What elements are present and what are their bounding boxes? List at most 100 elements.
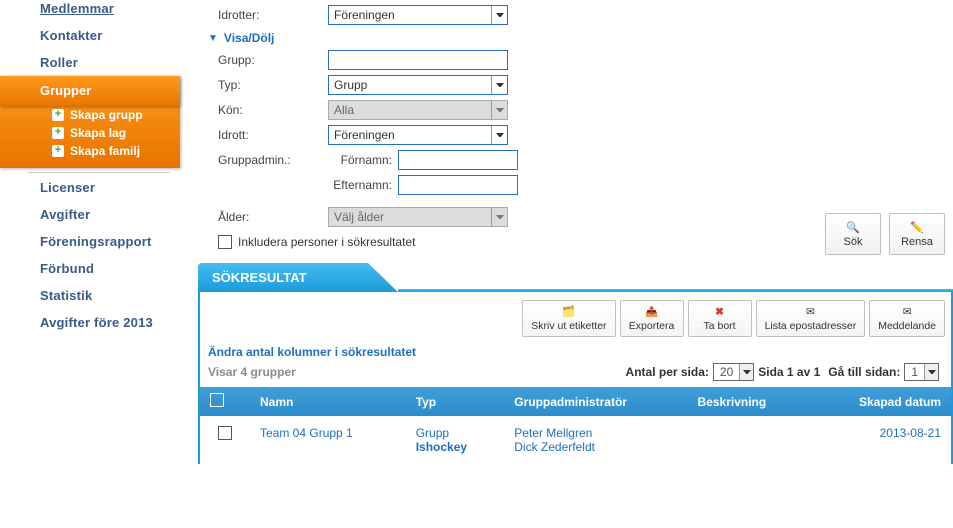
results-body: 🗂️ Skriv ut etiketter 📤 Exportera ✖ Ta b…	[198, 292, 953, 464]
per-page-select[interactable]: 20	[713, 363, 754, 381]
per-page-label: Antal per sida:	[626, 365, 709, 379]
nav-skapa-familj[interactable]: + Skapa familj	[0, 142, 180, 160]
chevron-down-icon	[491, 126, 507, 144]
visa-dolj-label: Visa/Dölj	[224, 31, 274, 45]
group-type: Grupp	[416, 426, 449, 440]
nav-roller[interactable]: Roller	[0, 49, 180, 76]
filter-form: Idrotter: Föreningen ▼ Visa/Dölj Grupp: …	[198, 5, 953, 259]
showing-count: Visar 4 grupper	[208, 365, 296, 379]
nav-medlemmar[interactable]: Medlemmar	[0, 0, 180, 22]
group-desc	[688, 416, 811, 464]
select-value: Välj ålder	[329, 210, 491, 224]
col-typ[interactable]: Typ	[406, 387, 505, 416]
idrotter-label: Idrotter:	[218, 8, 328, 22]
col-beskr[interactable]: Beskrivning	[688, 387, 811, 416]
nav-sub-label: Skapa lag	[70, 126, 126, 140]
export-button[interactable]: 📤 Exportera	[620, 300, 684, 337]
sidebar: Medlemmar Kontakter Roller Grupper + Ska…	[0, 0, 180, 336]
nav-skapa-lag[interactable]: + Skapa lag	[0, 124, 180, 142]
nav-grupper[interactable]: Grupper	[0, 76, 180, 106]
delete-icon: ✖	[715, 306, 724, 318]
list-emails-button[interactable]: ✉ Lista epostadresser	[756, 300, 866, 337]
fornamn-input[interactable]	[398, 150, 518, 170]
row-checkbox[interactable]	[218, 426, 232, 440]
nav-avgifter-2013[interactable]: Avgifter före 2013	[0, 309, 180, 336]
typ-select[interactable]: Grupp	[328, 75, 508, 95]
efternamn-input[interactable]	[398, 175, 518, 195]
select-value: Föreningen	[329, 8, 491, 22]
clear-icon: ✏️	[910, 221, 924, 234]
delete-button[interactable]: ✖ Ta bort	[688, 300, 752, 337]
chevron-down-icon	[739, 364, 753, 380]
triangle-down-icon: ▼	[208, 33, 218, 44]
nav-sub-label: Skapa grupp	[70, 108, 143, 122]
action-buttons: 🔍 Sök ✏️ Rensa	[825, 213, 945, 255]
mail-icon: ✉	[806, 306, 815, 318]
chevron-down-icon	[491, 76, 507, 94]
nav-foreningsrapport[interactable]: Föreningsrapport	[0, 228, 180, 255]
nav-forbund[interactable]: Förbund	[0, 255, 180, 282]
change-columns-link[interactable]: Ändra antal kolumner i sökresultatet	[200, 341, 951, 361]
col-datum[interactable]: Skapad datum	[810, 387, 951, 416]
sok-button[interactable]: 🔍 Sök	[825, 213, 881, 255]
plus-icon: +	[52, 127, 64, 139]
goto-label: Gå till sidan:	[828, 365, 900, 379]
goto-page-select[interactable]: 1	[904, 363, 939, 381]
kon-select: Alla	[328, 100, 508, 120]
search-icon: 🔍	[846, 221, 860, 234]
gruppadmin-label: Gruppadmin.:	[218, 153, 328, 167]
efternamn-label: Efternamn:	[328, 178, 398, 192]
plus-icon: +	[52, 145, 64, 157]
btn-label: Ta bort	[704, 320, 736, 332]
typ-label: Typ:	[218, 78, 328, 92]
group-name-link[interactable]: Team 04 Grupp 1	[260, 426, 353, 440]
alder-select: Välj ålder	[328, 207, 508, 227]
fornamn-label: Förnamn:	[328, 153, 398, 167]
inkludera-checkbox[interactable]	[218, 235, 232, 249]
chevron-down-icon	[491, 208, 507, 226]
idrott-select[interactable]: Föreningen	[328, 125, 508, 145]
select-value: 20	[714, 365, 739, 379]
results-table: Namn Typ Gruppadministratör Beskrivning …	[200, 387, 951, 464]
admin-link[interactable]: Peter Mellgren	[514, 426, 592, 440]
export-icon: 📤	[645, 305, 658, 318]
mail-icon: ✉	[903, 306, 912, 318]
nav-licenser[interactable]: Licenser	[0, 174, 180, 201]
group-sport-link[interactable]: Ishockey	[416, 440, 467, 454]
btn-label: Skriv ut etiketter	[531, 320, 606, 332]
kon-label: Kön:	[218, 103, 328, 117]
idrotter-select[interactable]: Föreningen	[328, 5, 508, 25]
btn-label: Rensa	[901, 236, 933, 248]
select-all-checkbox[interactable]	[210, 393, 224, 407]
print-labels-button[interactable]: 🗂️ Skriv ut etiketter	[522, 300, 615, 337]
grupp-label: Grupp:	[218, 53, 328, 67]
col-namn[interactable]: Namn	[250, 387, 406, 416]
results-tab: SÖKRESULTAT	[198, 263, 398, 292]
message-button[interactable]: ✉ Meddelande	[869, 300, 945, 337]
pager: Visar 4 grupper Antal per sida: 20 Sida …	[200, 361, 951, 387]
nav-avgifter[interactable]: Avgifter	[0, 201, 180, 228]
admin-link[interactable]: Dick Zederfeldt	[514, 440, 595, 454]
btn-label: Sök	[844, 236, 863, 248]
btn-label: Exportera	[629, 320, 675, 332]
table-row: Team 04 Grupp 1 Grupp Ishockey Peter Mel…	[200, 416, 951, 464]
print-icon: 🗂️	[562, 305, 575, 318]
created-date: 2013-08-21	[880, 426, 941, 440]
nav-statistik[interactable]: Statistik	[0, 282, 180, 309]
divider	[28, 172, 170, 173]
grupp-input[interactable]	[328, 50, 508, 70]
visa-dolj-toggle[interactable]: ▼ Visa/Dölj	[208, 31, 943, 45]
col-admin[interactable]: Gruppadministratör	[504, 387, 687, 416]
tab-fill	[398, 289, 953, 292]
chevron-down-icon	[491, 6, 507, 24]
plus-icon: +	[52, 109, 64, 121]
results-header: SÖKRESULTAT	[198, 263, 953, 292]
chevron-down-icon	[924, 364, 938, 380]
btn-label: Lista epostadresser	[765, 320, 857, 332]
nav-skapa-grupp[interactable]: + Skapa grupp	[0, 106, 180, 124]
select-value: 1	[905, 365, 924, 379]
nav-kontakter[interactable]: Kontakter	[0, 22, 180, 49]
chevron-down-icon	[491, 101, 507, 119]
results-toolbar: 🗂️ Skriv ut etiketter 📤 Exportera ✖ Ta b…	[200, 292, 951, 341]
rensa-button[interactable]: ✏️ Rensa	[889, 213, 945, 255]
